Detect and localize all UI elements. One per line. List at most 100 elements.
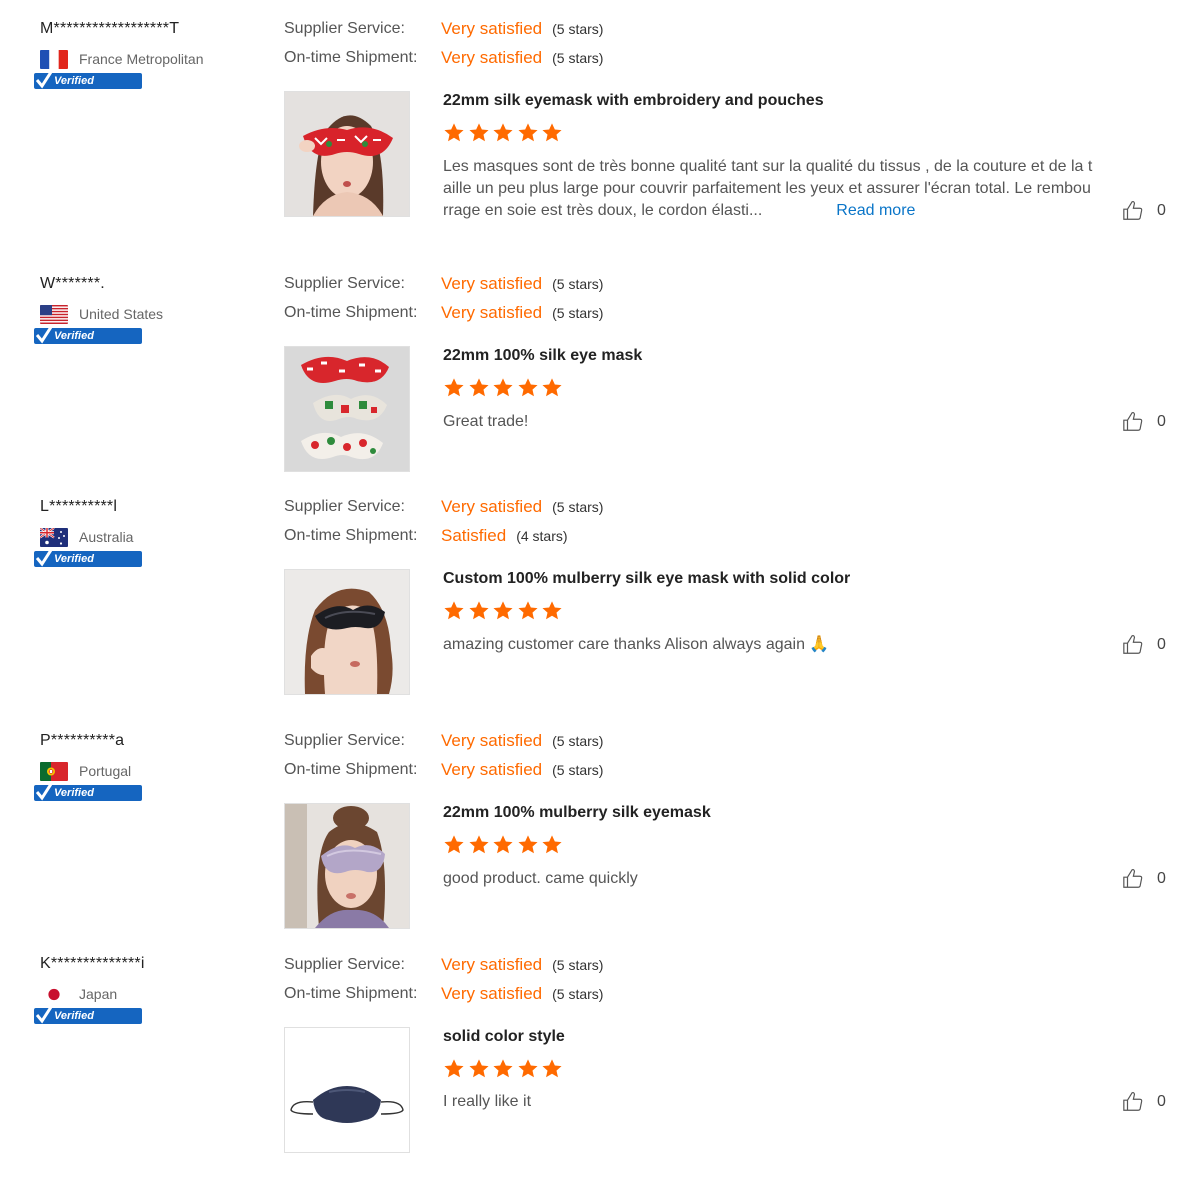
reviewer-info: P**********a Portugal Verified <box>34 731 260 801</box>
thumbs-up-icon <box>1123 868 1143 888</box>
review-item: L**********l Australia Verified Supplier… <box>0 478 1200 712</box>
on-time-shipment-rating: On-time Shipment: Satisfied (4 stars) <box>284 526 568 546</box>
product-image-black-eye-mask[interactable] <box>284 569 410 695</box>
supplier-service-value: Very satisfied <box>441 955 543 974</box>
star-icon <box>468 601 489 620</box>
review-star-rating <box>443 834 566 856</box>
star-icon <box>517 123 538 142</box>
australia-flag-icon <box>40 527 68 547</box>
verified-label: Verified <box>54 787 94 799</box>
product-title[interactable]: 22mm 100% silk eye mask <box>443 347 642 365</box>
on-time-shipment-label: On-time Shipment: <box>284 304 418 321</box>
star-icon <box>517 601 538 620</box>
supplier-service-label: Supplier Service: <box>284 275 405 292</box>
supplier-service-label: Supplier Service: <box>284 20 405 37</box>
review-comment-text: amazing customer care thanks Alison alwa… <box>443 636 830 653</box>
verified-badge: Verified <box>34 71 142 89</box>
product-title[interactable]: solid color style <box>443 1028 565 1046</box>
on-time-shipment-value: Very satisfied <box>441 984 543 1003</box>
thumbs-up-icon <box>1123 200 1143 220</box>
helpful-button[interactable]: 0 <box>1122 1091 1166 1113</box>
country-name: France Metropolitan <box>79 51 204 67</box>
review-comment-text: Les masques sont de très bonne qualité t… <box>443 158 1093 219</box>
supplier-service-rating: Supplier Service: Very satisfied (5 star… <box>284 19 603 39</box>
star-icon <box>444 1059 464 1078</box>
review-comment: Les masques sont de très bonne qualité t… <box>443 156 1123 222</box>
star-icon <box>468 835 489 854</box>
reviewer-country: Australia <box>40 527 133 547</box>
verified-badge: Verified <box>34 783 142 801</box>
on-time-shipment-rating: On-time Shipment: Very satisfied (5 star… <box>284 303 603 323</box>
supplier-service-label: Supplier Service: <box>284 956 405 973</box>
product-image-printed-eye-masks[interactable] <box>284 346 410 472</box>
reviewer-info: L**********l Australia Verified <box>34 497 260 567</box>
helpful-button[interactable]: 0 <box>1122 634 1166 656</box>
supplier-service-value: Very satisfied <box>441 731 543 750</box>
supplier-service-stars: (5 stars) <box>552 276 604 292</box>
supplier-service-stars: (5 stars) <box>552 21 604 37</box>
review-item: W*******. United States Verified Supplie… <box>0 255 1200 478</box>
review-comment-text: good product. came quickly <box>443 870 638 887</box>
country-name: Australia <box>79 529 134 545</box>
star-icon <box>542 835 562 854</box>
product-image-embroidered-eyemask[interactable] <box>284 91 410 217</box>
verified-badge: Verified <box>34 1006 142 1024</box>
helpful-count: 0 <box>1157 202 1166 219</box>
verified-label: Verified <box>54 553 94 565</box>
product-image-face-mask[interactable] <box>284 1027 410 1153</box>
checkmark-icon <box>36 1006 52 1024</box>
reviewer-country: United States <box>40 304 163 324</box>
country-name: Japan <box>79 986 118 1002</box>
on-time-shipment-value: Satisfied <box>441 526 507 545</box>
review-comment: I really like it <box>443 1091 1123 1113</box>
supplier-service-value: Very satisfied <box>441 497 543 516</box>
checkmark-icon <box>36 71 52 89</box>
supplier-service-rating: Supplier Service: Very satisfied (5 star… <box>284 731 603 751</box>
supplier-service-value: Very satisfied <box>441 19 543 38</box>
country-name: Portugal <box>79 763 132 779</box>
star-icon <box>444 601 464 620</box>
helpful-button[interactable]: 0 <box>1122 868 1166 890</box>
star-icon <box>517 835 538 854</box>
reviewer-country: Portugal <box>40 761 131 781</box>
on-time-shipment-value: Very satisfied <box>441 760 543 779</box>
portugal-flag-icon <box>40 761 68 781</box>
checkmark-icon <box>36 549 52 567</box>
star-icon <box>542 378 562 397</box>
on-time-shipment-stars: (5 stars) <box>552 762 604 778</box>
star-icon <box>517 1059 538 1078</box>
reviewer-name: P**********a <box>40 732 125 749</box>
read-more-link[interactable]: Read more <box>836 202 915 219</box>
supplier-service-value: Very satisfied <box>441 274 543 293</box>
product-title[interactable]: 22mm silk eyemask with embroidery and po… <box>443 92 824 110</box>
supplier-service-rating: Supplier Service: Very satisfied (5 star… <box>284 955 603 975</box>
on-time-shipment-label: On-time Shipment: <box>284 761 418 778</box>
thumbs-up-icon <box>1123 634 1143 654</box>
product-title[interactable]: Custom 100% mulberry silk eye mask with … <box>443 570 850 588</box>
verified-badge: Verified <box>34 549 142 567</box>
checkmark-icon <box>36 783 52 801</box>
supplier-service-stars: (5 stars) <box>552 499 604 515</box>
review-star-rating <box>443 122 566 144</box>
reviewer-name: L**********l <box>40 498 118 515</box>
star-icon <box>493 378 513 397</box>
supplier-service-rating: Supplier Service: Very satisfied (5 star… <box>284 274 603 294</box>
reviewer-info: M******************T France Metropolitan… <box>34 19 260 89</box>
helpful-button[interactable]: 0 <box>1122 200 1166 222</box>
on-time-shipment-value: Very satisfied <box>441 48 543 67</box>
japan-flag-icon <box>40 984 68 1004</box>
star-icon <box>444 378 464 397</box>
star-icon <box>517 378 538 397</box>
verified-label: Verified <box>54 75 94 87</box>
on-time-shipment-stars: (5 stars) <box>552 50 604 66</box>
product-image-lavender-eyemask[interactable] <box>284 803 410 929</box>
on-time-shipment-label: On-time Shipment: <box>284 49 418 66</box>
product-title[interactable]: 22mm 100% mulberry silk eyemask <box>443 804 711 822</box>
supplier-service-stars: (5 stars) <box>552 733 604 749</box>
checkmark-icon <box>36 326 52 344</box>
helpful-count: 0 <box>1157 870 1166 887</box>
verified-label: Verified <box>54 1010 94 1022</box>
star-icon <box>493 835 513 854</box>
france-flag-icon <box>40 49 68 69</box>
helpful-button[interactable]: 0 <box>1122 411 1166 433</box>
